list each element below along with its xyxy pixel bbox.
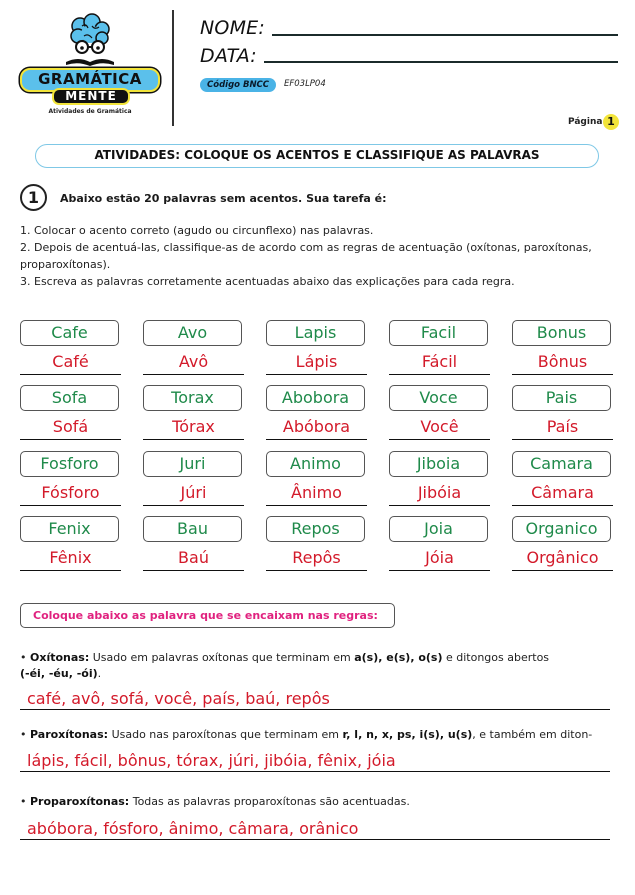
word-unaccented: Joia (389, 516, 488, 542)
word-cell: Camara Câmara (512, 451, 613, 506)
step-number: 1 (20, 184, 47, 211)
name-label: NOME: (200, 17, 265, 39)
word-answer-field[interactable]: Júri (143, 482, 244, 506)
word-answer-field[interactable]: Jóia (389, 547, 490, 571)
word-cell: Torax Tórax (143, 385, 244, 440)
word-unaccented: Voce (389, 385, 488, 411)
word-unaccented: Facil (389, 320, 488, 346)
word-answer-field[interactable]: Ânimo (266, 482, 367, 506)
word-unaccented: Cafe (20, 320, 119, 346)
answer-oxitonas[interactable]: café, avô, sofá, você, país, baú, repôs (20, 688, 610, 710)
word-unaccented: Repos (266, 516, 365, 542)
logo-subtitle-mente: MENTE (52, 88, 130, 105)
instructions-list: 1. Colocar o acento correto (agudo ou ci… (20, 222, 625, 290)
rule-name: Proparoxítonas: (30, 795, 130, 808)
date-label: DATA: (200, 45, 257, 67)
bncc-code: EF03LP04 (284, 79, 326, 89)
word-cell: Facil Fácil (389, 320, 490, 375)
word-cell: Voce Você (389, 385, 490, 440)
word-unaccented: Bau (143, 516, 242, 542)
page-label: Página (568, 117, 603, 127)
word-answer-field[interactable]: Abóbora (266, 416, 367, 440)
word-cell: Avo Avô (143, 320, 244, 375)
word-answer-field[interactable]: Orgânico (512, 547, 613, 571)
word-answer-field[interactable]: Lápis (266, 351, 367, 375)
rule-desc-bold: a(s), e(s), o(s) (354, 651, 443, 664)
rule-desc: Todas as palavras proparoxítonas são ace… (132, 795, 410, 808)
word-cell: Lapis Lápis (266, 320, 367, 375)
word-cell: Joia Jóia (389, 516, 490, 571)
word-answer-field[interactable]: Fósforo (20, 482, 121, 506)
rule-name: Oxítonas: (30, 651, 90, 664)
word-cell: Jiboia Jibóia (389, 451, 490, 506)
word-answer-field[interactable]: Café (20, 351, 121, 375)
word-unaccented: Torax (143, 385, 242, 411)
word-answer-field[interactable]: Baú (143, 547, 244, 571)
rule-desc: Usado em palavras oxítonas que terminam … (92, 651, 355, 664)
word-cell: Bonus Bônus (512, 320, 613, 375)
word-answer-field[interactable]: Fácil (389, 351, 490, 375)
word-unaccented: Lapis (266, 320, 365, 346)
word-cell: Repos Repôs (266, 516, 367, 571)
word-answer-field[interactable]: Câmara (512, 482, 613, 506)
rule-proparoxitonas: • Proparoxítonas: Todas as palavras prop… (20, 795, 410, 808)
word-answer-field[interactable]: Avô (143, 351, 244, 375)
word-answer-field[interactable]: Bônus (512, 351, 613, 375)
word-cell: Pais País (512, 385, 613, 440)
word-answer-field[interactable]: Você (389, 416, 490, 440)
word-cell: Animo Ânimo (266, 451, 367, 506)
date-field[interactable] (264, 61, 618, 63)
word-unaccented: Juri (143, 451, 242, 477)
word-unaccented: Pais (512, 385, 611, 411)
rule-desc: Usado nas paroxítonas que terminam em (111, 728, 343, 741)
word-cell: Bau Baú (143, 516, 244, 571)
instruction-item: 1. Colocar o acento correto (agudo ou ci… (20, 224, 374, 237)
rule-paroxitonas: • Paroxítonas: Usado nas paroxítonas que… (20, 728, 593, 741)
name-field[interactable] (272, 34, 618, 36)
word-cell: Fosforo Fósforo (20, 451, 121, 506)
word-unaccented: Animo (266, 451, 365, 477)
step-intro: Abaixo estão 20 palavras sem acentos. Su… (60, 192, 387, 205)
word-unaccented: Fenix (20, 516, 119, 542)
rule-name: Paroxítonas: (30, 728, 109, 741)
word-unaccented: Jiboia (389, 451, 488, 477)
word-unaccented: Abobora (266, 385, 365, 411)
header-divider (172, 10, 174, 126)
activity-title-banner: ATIVIDADES: COLOQUE OS ACENTOS E CLASSIF… (35, 144, 599, 168)
answer-proparoxitonas[interactable]: abóbora, fósforo, ânimo, câmara, orânico (20, 818, 610, 840)
bncc-badge: Código BNCC (200, 78, 277, 92)
word-answer-field[interactable]: Sofá (20, 416, 121, 440)
rule-oxitonas: • Oxítonas: Usado em palavras oxítonas q… (20, 651, 550, 680)
page-number-badge: 1 (603, 114, 619, 130)
word-answer-field[interactable]: País (512, 416, 613, 440)
word-unaccented: Organico (512, 516, 611, 542)
rule-desc-bold: r, l, n, x, ps, i(s), u(s) (342, 728, 473, 741)
word-answer-field[interactable]: Fênix (20, 547, 121, 571)
word-answer-field[interactable]: Repôs (266, 547, 367, 571)
word-answer-field[interactable]: Tórax (143, 416, 244, 440)
rule-desc-bold: (-éi, -éu, -ói) (20, 667, 98, 680)
word-unaccented: Sofa (20, 385, 119, 411)
word-unaccented: Fosforo (20, 451, 119, 477)
rule-desc: . (97, 667, 102, 680)
word-unaccented: Avo (143, 320, 242, 346)
word-cell: Sofa Sofá (20, 385, 121, 440)
word-unaccented: Bonus (512, 320, 611, 346)
word-cell: Organico Orgânico (512, 516, 613, 571)
word-cell: Cafe Café (20, 320, 121, 375)
rules-heading: Coloque abaixo as palavra que se encaixa… (20, 603, 395, 628)
answer-paroxitonas[interactable]: lápis, fácil, bônus, tórax, júri, jibóia… (20, 750, 610, 772)
word-cell: Juri Júri (143, 451, 244, 506)
rule-desc: , e também em diton- (472, 728, 593, 741)
rule-desc: e ditongos abertos (442, 651, 550, 664)
word-answer-field[interactable]: Jibóia (389, 482, 490, 506)
word-cell: Fenix Fênix (20, 516, 121, 571)
logo-tagline: Atividades de Gramática (48, 108, 132, 115)
instruction-item: 2. Depois de acentuá-las, classifique-as… (20, 241, 592, 271)
word-unaccented: Camara (512, 451, 611, 477)
word-cell: Abobora Abóbora (266, 385, 367, 440)
instruction-item: 3. Escreva as palavras corretamente acen… (20, 275, 515, 288)
